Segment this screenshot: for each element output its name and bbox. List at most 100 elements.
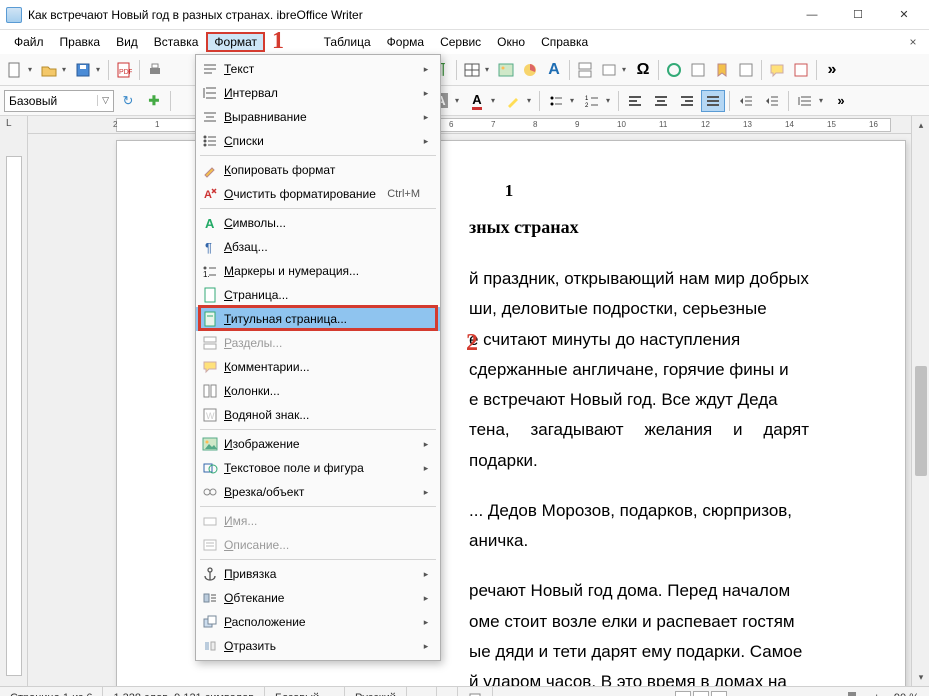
align-justify-button[interactable]: [701, 90, 725, 112]
track-changes-button[interactable]: [790, 59, 812, 81]
vertical-scrollbar[interactable]: ▴ ▾: [911, 116, 929, 686]
dropdown-icon[interactable]: ▾: [28, 65, 36, 74]
special-char-button[interactable]: Ω: [632, 59, 654, 81]
zoom-out-button[interactable]: −: [733, 692, 747, 696]
menu-item-arrange[interactable]: Расположение▸: [196, 610, 440, 634]
single-page-view[interactable]: [675, 691, 691, 696]
bookmark-button[interactable]: [711, 59, 733, 81]
new-doc-button[interactable]: [4, 59, 26, 81]
line-spacing-button[interactable]: [793, 90, 817, 112]
vertical-ruler[interactable]: [6, 156, 22, 676]
footnote-button[interactable]: [687, 59, 709, 81]
open-button[interactable]: [38, 59, 60, 81]
status-selection-mode[interactable]: [437, 687, 458, 696]
new-style-button[interactable]: ✚: [142, 90, 166, 112]
menu-item-page[interactable]: Страница...: [196, 283, 440, 307]
menu-edit[interactable]: Правка: [52, 32, 109, 52]
menu-item-shape[interactable]: Текстовое поле и фигура▸: [196, 456, 440, 480]
dropdown-icon[interactable]: ▾: [622, 65, 630, 74]
menu-item-para[interactable]: ¶Абзац...: [196, 235, 440, 259]
menu-item-spacing[interactable]: Интервал▸: [196, 81, 440, 105]
dropdown-icon[interactable]: ▾: [570, 96, 578, 105]
menubar-close-doc[interactable]: ×: [903, 35, 923, 49]
hyperlink-button[interactable]: [663, 59, 685, 81]
menu-item-anchor[interactable]: Привязка▸: [196, 562, 440, 586]
textbox-button[interactable]: A: [543, 59, 565, 81]
menu-file[interactable]: Файл: [6, 32, 52, 52]
update-style-button[interactable]: ↻: [116, 90, 140, 112]
menu-view[interactable]: Вид: [108, 32, 146, 52]
status-wordcount[interactable]: 1 328 слов, 9 121 символов: [103, 687, 265, 696]
menu-item-flip[interactable]: Отразить▸: [196, 634, 440, 658]
paragraph-style-combo[interactable]: Базовый ▽: [4, 90, 114, 112]
zoom-value[interactable]: 90 %: [884, 687, 929, 696]
menu-item-columns[interactable]: Колонки...: [196, 379, 440, 403]
maximize-button[interactable]: ☐: [835, 1, 881, 29]
menu-form[interactable]: Форма: [379, 32, 432, 52]
indent-inc-button[interactable]: [734, 90, 758, 112]
menu-item-list[interactable]: Списки▸: [196, 129, 440, 153]
align-center-button[interactable]: [649, 90, 673, 112]
zoom-thumb[interactable]: [848, 692, 856, 696]
dropdown-icon[interactable]: ▾: [455, 96, 463, 105]
menu-item-clear[interactable]: AОчистить форматированиеCtrl+M: [196, 182, 440, 206]
menu-insert[interactable]: Вставка: [146, 32, 207, 52]
status-style[interactable]: Базовый: [265, 687, 345, 696]
image-button[interactable]: [495, 59, 517, 81]
menu-item-bullets[interactable]: 1.Маркеры и нумерация...: [196, 259, 440, 283]
menu-item-text[interactable]: Текст▸: [196, 57, 440, 81]
align-right-button[interactable]: [675, 90, 699, 112]
multi-page-view[interactable]: [693, 691, 709, 696]
menu-format[interactable]: Формат: [206, 32, 265, 52]
minimize-button[interactable]: —: [789, 1, 835, 29]
align-left-button[interactable]: [623, 90, 647, 112]
numbering-button[interactable]: 12: [580, 90, 604, 112]
scroll-down-icon[interactable]: ▾: [912, 668, 929, 686]
save-button[interactable]: [72, 59, 94, 81]
table-button[interactable]: [461, 59, 483, 81]
scroll-thumb[interactable]: [915, 366, 927, 476]
cross-ref-button[interactable]: [735, 59, 757, 81]
export-pdf-button[interactable]: PDF: [113, 59, 135, 81]
menu-tools[interactable]: Сервис: [432, 32, 489, 52]
horizontal-ruler[interactable]: 211234567891011121314151617: [28, 116, 911, 134]
zoom-in-button[interactable]: +: [869, 692, 883, 696]
dropdown-icon[interactable]: ▾: [62, 65, 70, 74]
toolbar-overflow[interactable]: »: [821, 59, 843, 81]
scroll-up-icon[interactable]: ▴: [912, 116, 929, 134]
menu-table[interactable]: Таблица: [316, 32, 379, 52]
toolbar2-overflow[interactable]: »: [829, 90, 853, 112]
menu-item-watermark[interactable]: WВодяной знак...: [196, 403, 440, 427]
page-break-button[interactable]: [574, 59, 596, 81]
indent-dec-button[interactable]: [760, 90, 784, 112]
bullets-button[interactable]: [544, 90, 568, 112]
field-button[interactable]: [598, 59, 620, 81]
status-insert-mode[interactable]: [407, 687, 437, 696]
dropdown-icon[interactable]: ▾: [527, 96, 535, 105]
menu-item-align[interactable]: Выравнивание▸: [196, 105, 440, 129]
menu-item-image[interactable]: Изображение▸: [196, 432, 440, 456]
dropdown-icon[interactable]: ▾: [485, 65, 493, 74]
dropdown-icon[interactable]: ▾: [606, 96, 614, 105]
dropdown-icon[interactable]: ▽: [97, 95, 109, 106]
status-language[interactable]: Русский: [345, 687, 407, 696]
status-signature[interactable]: [458, 687, 493, 696]
status-page[interactable]: Страница 1 из 6: [0, 687, 103, 696]
menu-window[interactable]: Окно: [489, 32, 533, 52]
menu-item-wrap[interactable]: Обтекание▸: [196, 586, 440, 610]
dropdown-icon[interactable]: ▾: [819, 96, 827, 105]
dropdown-icon[interactable]: ▾: [491, 96, 499, 105]
menu-item-frame[interactable]: Врезка/объект▸: [196, 480, 440, 504]
print-button[interactable]: [144, 59, 166, 81]
dropdown-icon[interactable]: ▾: [96, 65, 104, 74]
menu-item-brush[interactable]: Копировать формат: [196, 158, 440, 182]
chart-button[interactable]: [519, 59, 541, 81]
book-view[interactable]: [711, 691, 727, 696]
menu-item-comment[interactable]: Комментарии...: [196, 355, 440, 379]
comment-button[interactable]: [766, 59, 788, 81]
menu-item-titlepage[interactable]: Титульная страница...: [196, 307, 440, 331]
font-color2-button[interactable]: A: [465, 90, 489, 112]
menu-help[interactable]: Справка: [533, 32, 596, 52]
highlight2-button[interactable]: [501, 90, 525, 112]
close-button[interactable]: ✕: [881, 1, 927, 29]
